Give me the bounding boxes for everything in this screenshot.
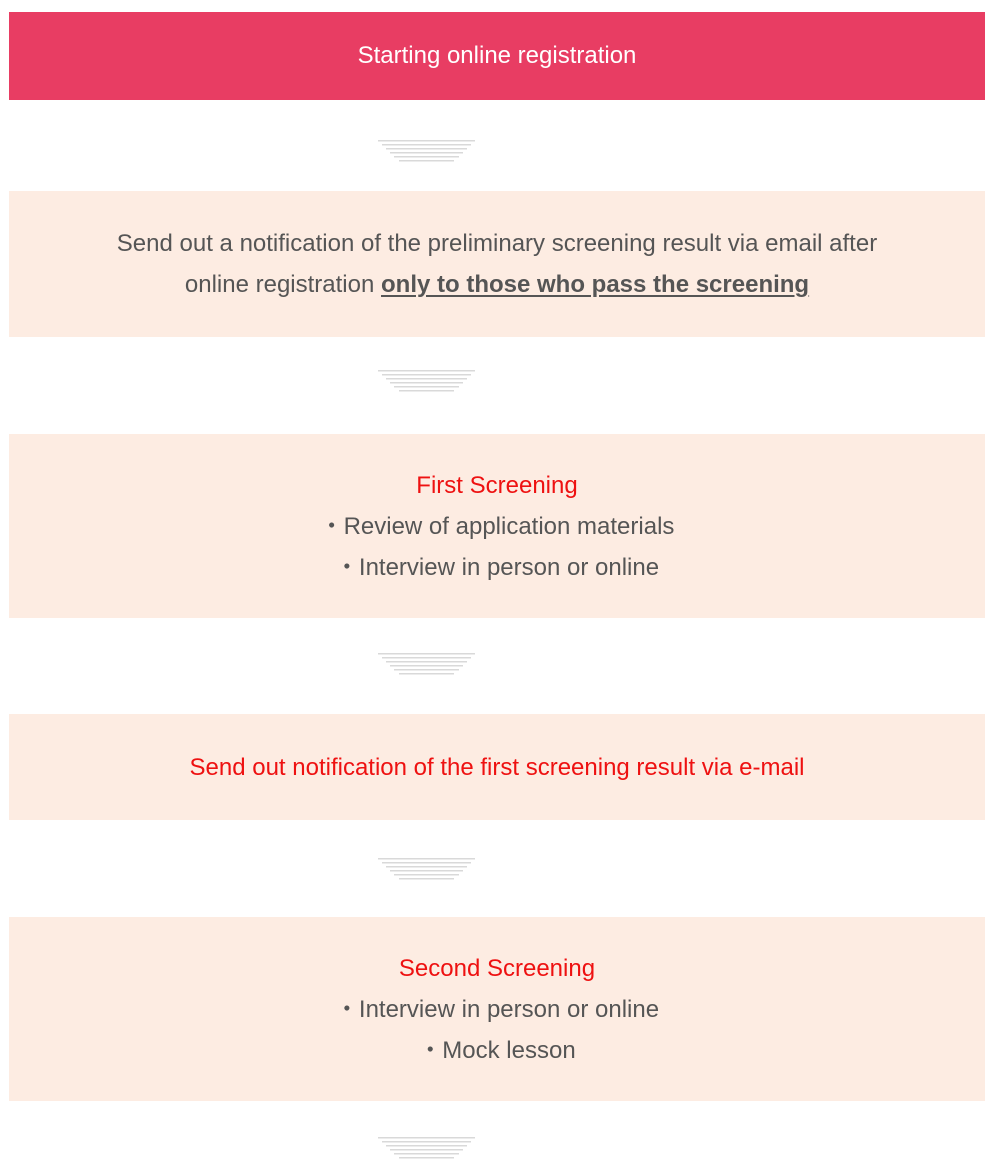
step-preliminary-line1: Send out a notification of the prelimina… xyxy=(116,230,878,257)
step-first-screening-item-2: ・Interview in person or online xyxy=(334,553,660,581)
step-preliminary-emphasis: only to those who pass the screening xyxy=(381,271,810,298)
step-first-result-notification: Send out notification of the first scree… xyxy=(9,714,985,820)
down-arrow-icon xyxy=(378,1137,475,1159)
step-first-screening-item-1: ・Review of application materials xyxy=(319,512,675,540)
step-second-screening-item-2: ・Mock lesson xyxy=(418,1036,576,1064)
step-second-screening-item-1: ・Interview in person or online xyxy=(334,995,660,1023)
step-starting-registration: Starting online registration xyxy=(9,12,985,100)
step-preliminary-line2: online registration only to those who pa… xyxy=(185,264,809,305)
step-preliminary-notification: Send out a notification of the prelimina… xyxy=(9,191,985,337)
step-first-screening-title: First Screening xyxy=(416,471,578,499)
step-preliminary-line2-prefix: online registration xyxy=(184,271,382,298)
step-header-label: Starting online registration xyxy=(357,42,637,69)
down-arrow-icon xyxy=(378,370,475,392)
down-arrow-icon xyxy=(378,858,475,880)
step-first-screening: First Screening ・Review of application m… xyxy=(9,434,985,618)
registration-flow: Starting online registration Send out a … xyxy=(9,12,985,1159)
step-second-screening-title: Second Screening xyxy=(398,954,596,982)
down-arrow-icon xyxy=(378,653,475,675)
step-first-result-title: Send out notification of the first scree… xyxy=(189,753,805,781)
step-second-screening: Second Screening ・Interview in person or… xyxy=(9,917,985,1101)
down-arrow-icon xyxy=(378,140,475,162)
